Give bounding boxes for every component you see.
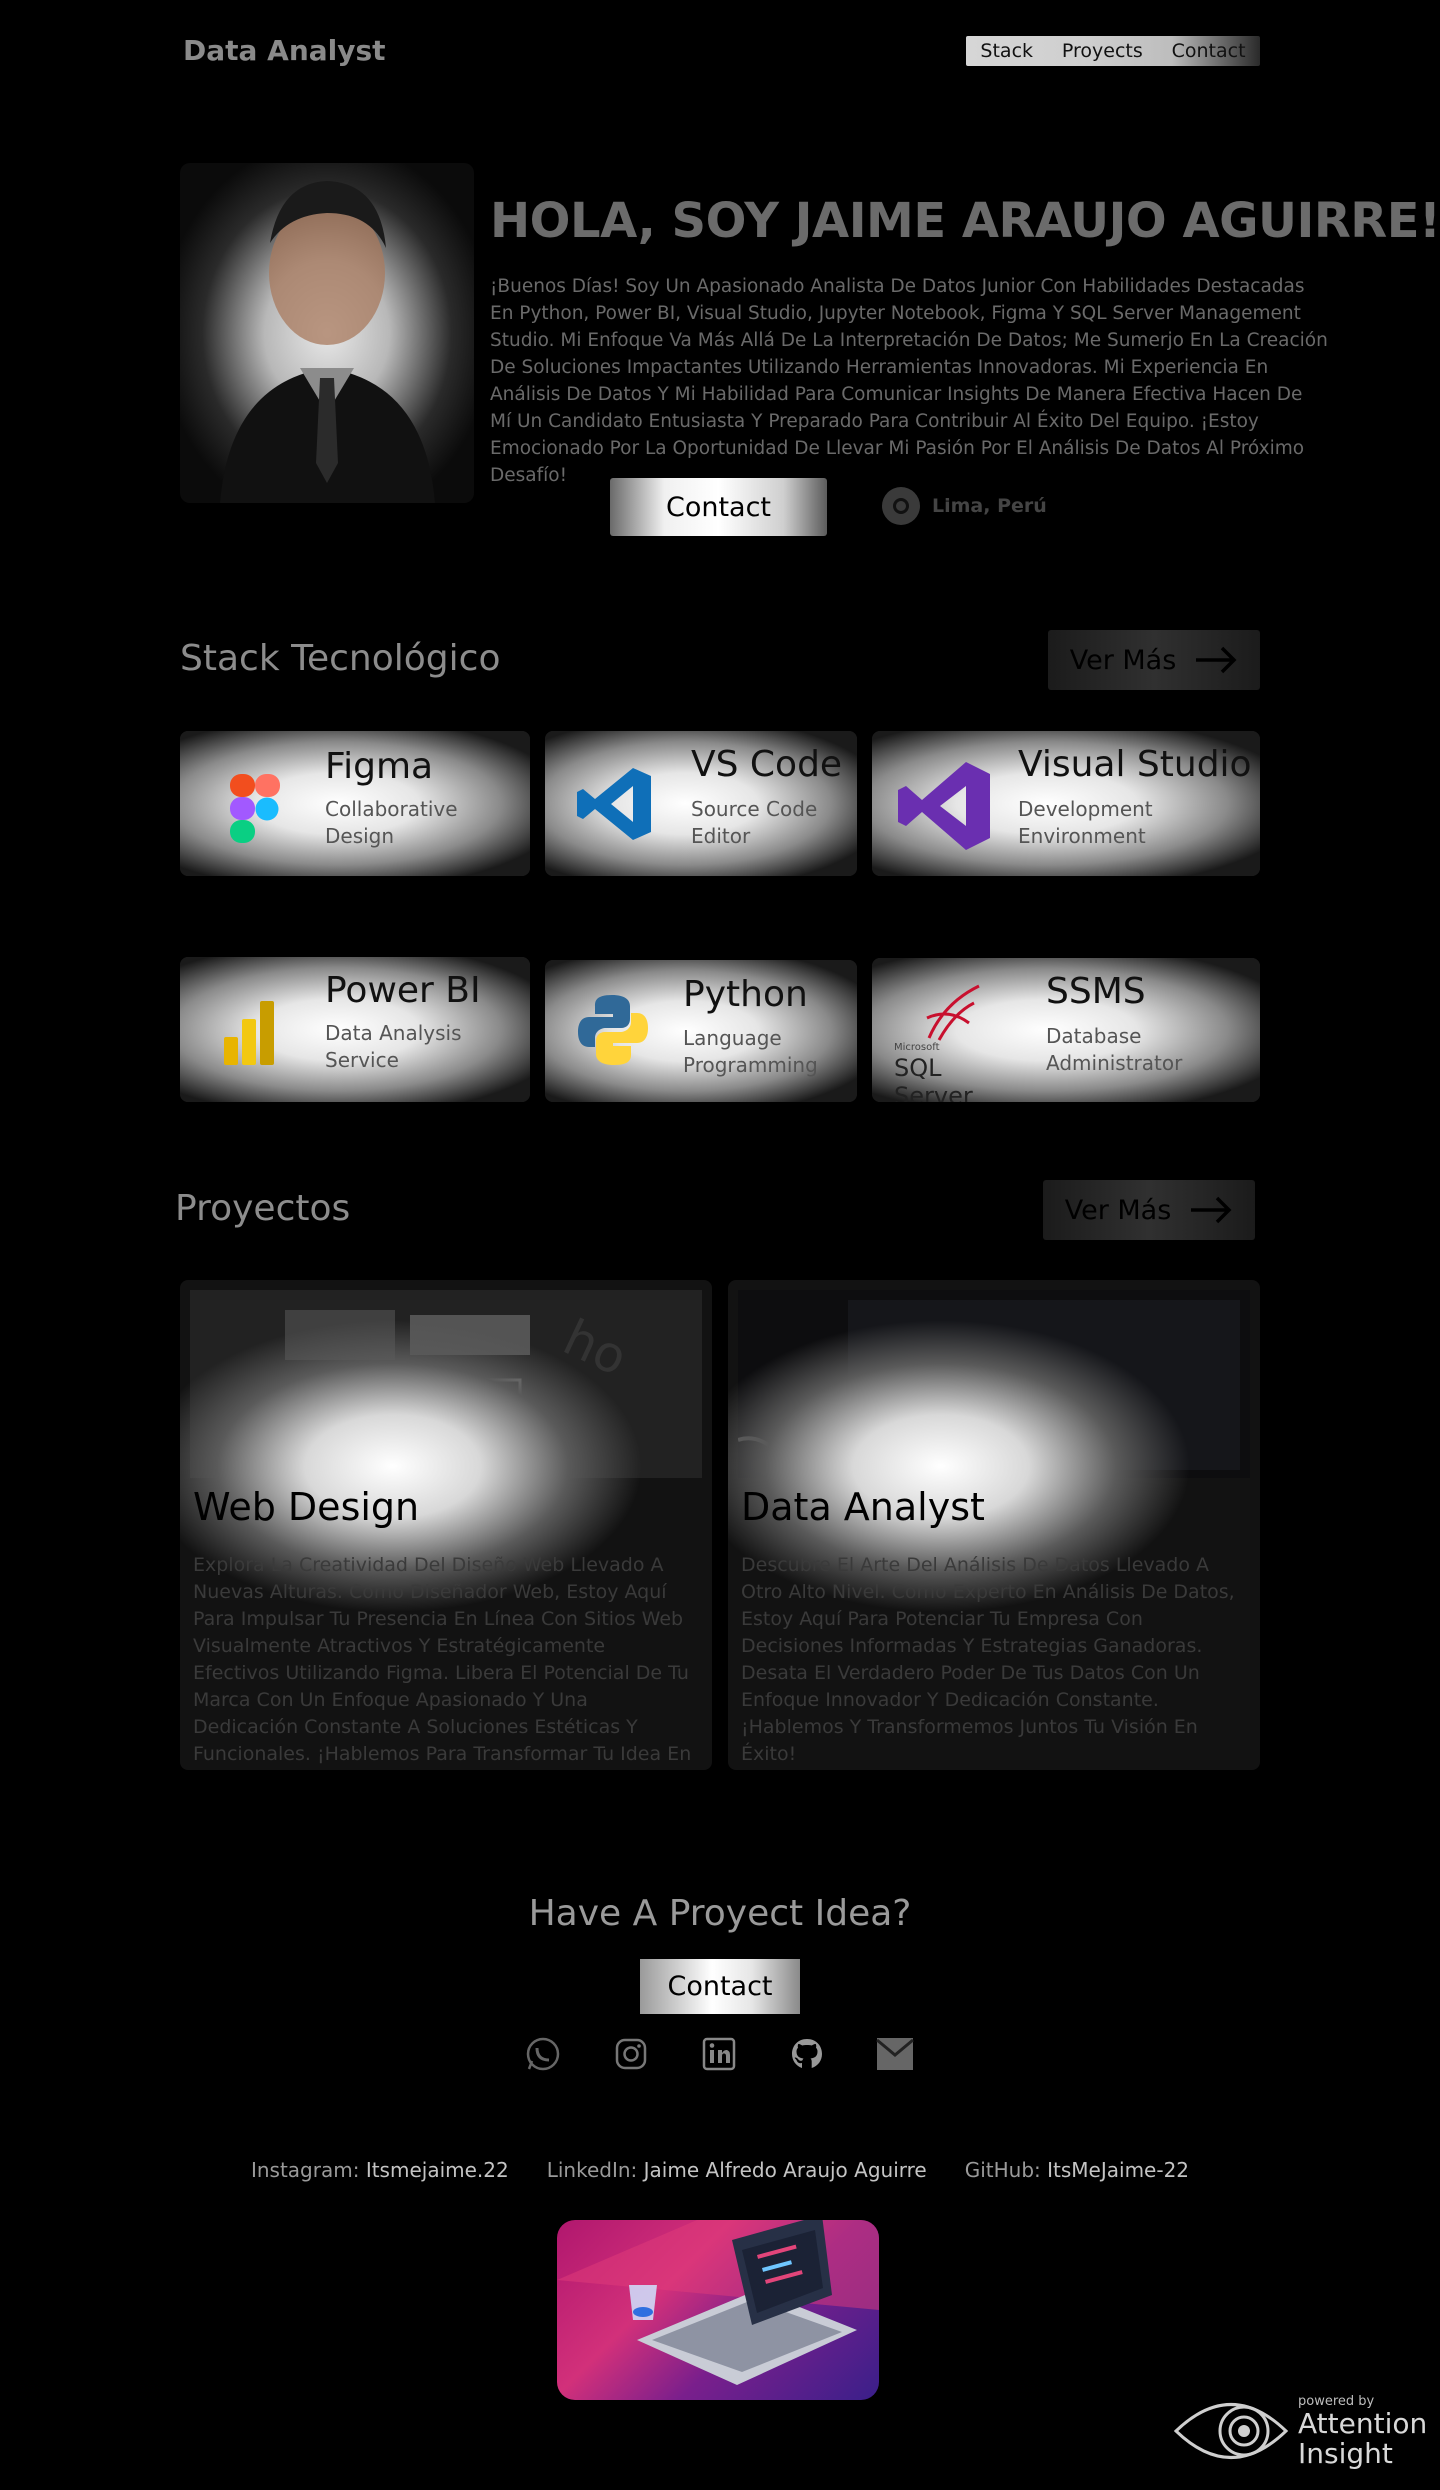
stack-card-desc: Language Programming bbox=[683, 1026, 818, 1077]
footer-link-instagram[interactable]: Instagram: Itsmejaime.22 bbox=[251, 2158, 509, 2182]
nav-link-contact[interactable]: Contact bbox=[1172, 40, 1246, 62]
stack-card-title: Power BI bbox=[325, 970, 481, 1011]
hero-contact-button[interactable]: Contact bbox=[610, 478, 827, 536]
stack-card-desc: Database Administrator bbox=[1046, 1024, 1183, 1075]
ver-mas-label: Ver Más bbox=[1069, 644, 1177, 676]
hero-description: ¡Buenos Días! Soy Un Apasionado Analista… bbox=[490, 276, 1328, 486]
stack-card-desc: Development Environment bbox=[1018, 797, 1153, 848]
footer-links: Instagram: Itsmejaime.22 LinkedIn: Jaime… bbox=[0, 2158, 1440, 2182]
stack-card-title: Python bbox=[683, 974, 808, 1015]
linkedin-icon[interactable] bbox=[700, 2035, 738, 2073]
arrow-right-icon bbox=[1196, 646, 1237, 674]
laptop-illustration bbox=[557, 2220, 879, 2400]
location-pin-icon bbox=[882, 487, 920, 525]
profile-photo bbox=[180, 163, 474, 503]
hero-title: HOLA, SOY JAIME ARAUJO AGUIRRE!! bbox=[490, 193, 1440, 249]
footer-link-linkedin[interactable]: LinkedIn: Jaime Alfredo Araujo Aguirre bbox=[547, 2158, 927, 2182]
python-icon bbox=[578, 995, 648, 1065]
stack-card-desc: Data Analysis Service bbox=[325, 1021, 462, 1072]
stack-card-title: SSMS bbox=[1046, 971, 1146, 1012]
arrow-right-icon bbox=[1191, 1196, 1232, 1224]
sql-server-icon bbox=[926, 984, 980, 1041]
location: Lima, Perú bbox=[882, 487, 1047, 525]
project-desc: Explora La Creatividad Del Diseño Web Ll… bbox=[193, 1554, 692, 1765]
footer-link-label: LinkedIn: bbox=[546, 2158, 638, 2182]
attention-insight-watermark: powered by Attention Insight bbox=[1172, 2388, 1427, 2474]
sql-server-logo: Microsoft SQL Server bbox=[894, 978, 1019, 1102]
github-icon[interactable] bbox=[788, 2035, 826, 2073]
visual-studio-icon bbox=[898, 762, 990, 850]
stack-card-visual-studio[interactable]: Visual Studio Development Environment bbox=[872, 731, 1260, 876]
stack-card-desc: Source Code Editor bbox=[691, 797, 818, 848]
stack-card-power-bi[interactable]: Power BI Data Analysis Service bbox=[180, 957, 530, 1102]
footer-link-value: Jaime Alfredo Araujo Aguirre bbox=[643, 2158, 927, 2182]
stack-card-desc: Collaborative Design bbox=[325, 797, 458, 848]
project-title: Data Analyst bbox=[741, 1485, 985, 1529]
footer-link-label: Instagram: bbox=[250, 2158, 360, 2182]
stack-card-title: Figma bbox=[325, 746, 434, 787]
location-text: Lima, Perú bbox=[932, 495, 1047, 517]
brand-name-line2: Insight bbox=[1298, 2436, 1393, 2470]
projects-ver-mas-button[interactable]: Ver Más bbox=[1043, 1180, 1255, 1240]
footer-link-value: Itsmejaime.22 bbox=[365, 2158, 509, 2182]
brand-logo-text[interactable]: Data Analyst bbox=[183, 34, 386, 67]
mail-icon[interactable] bbox=[876, 2035, 914, 2073]
brand-name-line1: Attention bbox=[1298, 2406, 1428, 2440]
ver-mas-label: Ver Más bbox=[1064, 1194, 1172, 1226]
figma-icon bbox=[230, 774, 280, 843]
sql-server-label: SQL Server bbox=[894, 1054, 973, 1102]
stack-card-ssms[interactable]: Microsoft SQL Server SSMS Database Admin… bbox=[872, 958, 1260, 1102]
contact-button[interactable]: Contact bbox=[640, 1959, 800, 2014]
project-title: Web Design bbox=[193, 1485, 420, 1529]
stack-card-vscode[interactable]: VS Code Source Code Editor bbox=[545, 731, 857, 876]
sql-server-microsoft-label: Microsoft bbox=[894, 1042, 940, 1053]
instagram-icon[interactable] bbox=[612, 2035, 650, 2073]
stack-card-figma[interactable]: Figma Collaborative Design bbox=[180, 731, 530, 876]
contact-heading: Have A Proyect Idea? bbox=[528, 1893, 912, 1934]
footer-link-github[interactable]: GitHub: ItsMeJaime-22 bbox=[965, 2158, 1189, 2182]
whatsapp-icon[interactable] bbox=[524, 2035, 562, 2073]
project-card-web-design[interactable]: ho Web Design Explora La Creatividad Del… bbox=[180, 1280, 712, 1770]
stack-card-python[interactable]: Python Language Programming bbox=[545, 960, 857, 1102]
stack-section-title: Stack Tecnológico bbox=[180, 638, 501, 679]
power-bi-icon bbox=[224, 1001, 274, 1065]
eye-logo-icon bbox=[1173, 2403, 1289, 2459]
nav-link-proyects[interactable]: Proyects bbox=[1062, 40, 1143, 62]
stack-ver-mas-button[interactable]: Ver Más bbox=[1048, 630, 1260, 690]
footer-link-label: GitHub: bbox=[964, 2158, 1041, 2182]
projects-section-title: Proyectos bbox=[175, 1188, 351, 1229]
footer-link-value: ItsMeJaime-22 bbox=[1047, 2158, 1190, 2182]
vscode-icon bbox=[577, 768, 651, 840]
project-desc: Descubre El Arte Del Análisis De Datos L… bbox=[741, 1554, 1235, 1765]
stack-card-title: Visual Studio bbox=[1018, 744, 1252, 785]
nav-link-stack[interactable]: Stack bbox=[980, 40, 1033, 62]
top-nav: Stack Proyects Contact bbox=[966, 36, 1260, 66]
project-card-data-analyst[interactable]: Data Analyst Descubre El Arte Del Anális… bbox=[728, 1280, 1260, 1770]
stack-card-title: VS Code bbox=[691, 744, 843, 785]
